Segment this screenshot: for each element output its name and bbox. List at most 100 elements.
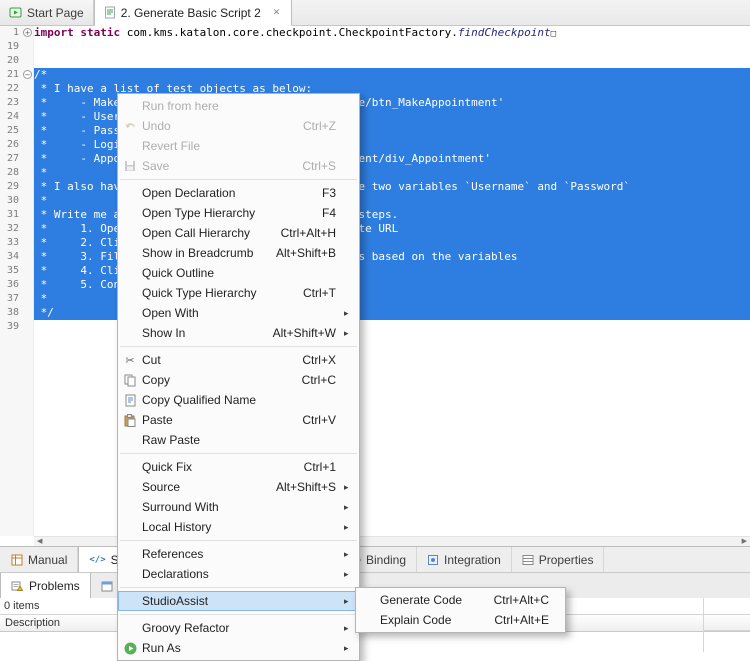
fold-column: [22, 96, 34, 110]
script-file-icon: [104, 6, 116, 19]
menu-item-label: Copy: [142, 373, 170, 387]
fold-minus-icon[interactable]: −: [22, 68, 34, 82]
editor-tabbar: Start Page 2. Generate Basic Script 2 ✕: [0, 0, 750, 26]
undo-icon: [118, 120, 142, 132]
menu-item-undo[interactable]: Undo Ctrl+Z: [118, 116, 359, 136]
menu-item-generate-code[interactable]: Generate CodeCtrl+Alt+C: [356, 590, 565, 610]
code-line-21[interactable]: 21−/*: [0, 68, 750, 82]
menu-item-studioassist[interactable]: StudioAssist▸: [118, 591, 359, 611]
code-line-39[interactable]: 39: [0, 320, 750, 334]
menu-item-show-in[interactable]: Show InAlt+Shift+W▸: [118, 323, 359, 343]
menu-item-quick-outline[interactable]: Quick Outline: [118, 263, 359, 283]
code-line-30[interactable]: 30 *: [0, 194, 750, 208]
scroll-left-icon[interactable]: ◀: [34, 537, 45, 546]
view-tab-label: Properties: [539, 553, 594, 567]
menu-item-groovy-refactor[interactable]: Groovy Refactor▸: [118, 618, 359, 638]
code-line-23[interactable]: 23 * - Make Appointment: 'Object Reposit…: [0, 96, 750, 110]
menu-item-label: Local History: [142, 520, 211, 534]
menu-item-label: StudioAssist: [142, 594, 208, 608]
copy-qualified-icon: [118, 394, 142, 407]
menu-item-label: Undo: [142, 119, 171, 133]
menu-item-open-type-hierarchy[interactable]: Open Type HierarchyF4: [118, 203, 359, 223]
menu-item-cut[interactable]: ✂CutCtrl+X: [118, 350, 359, 370]
tab-label: 2. Generate Basic Script 2: [121, 6, 261, 20]
menu-item-source[interactable]: SourceAlt+Shift+S▸: [118, 477, 359, 497]
line-number: 37: [0, 292, 22, 306]
code-line-36[interactable]: 36 * 5. Confirm the appointment: [0, 278, 750, 292]
view-tab-label: Manual: [28, 553, 67, 567]
menu-item-run-from-here[interactable]: Run from here: [118, 96, 359, 116]
line-number: 20: [0, 54, 22, 68]
line-number: 38: [0, 306, 22, 320]
code-line-22[interactable]: 22 * I have a list of test objects as be…: [0, 82, 750, 96]
panel-tab-problems[interactable]: Problems: [0, 573, 91, 598]
manual-icon: [11, 554, 23, 566]
close-icon[interactable]: ✕: [271, 6, 283, 19]
code-line-24[interactable]: 24 * - Username input: 'input_Username': [0, 110, 750, 124]
properties-icon: [522, 554, 534, 566]
code-editor[interactable]: 1+import static com.kms.katalon.core.che…: [0, 26, 750, 536]
code-line-19[interactable]: 19: [0, 40, 750, 54]
code-line-26[interactable]: 26 * - Login button: 'btn_Login': [0, 138, 750, 152]
menu-item-declarations[interactable]: Declarations▸: [118, 564, 359, 584]
menu-item-quick-type-hierarchy[interactable]: Quick Type HierarchyCtrl+T: [118, 283, 359, 303]
menu-item-open-declaration[interactable]: Open DeclarationF3: [118, 183, 359, 203]
menu-item-show-in-breadcrumb[interactable]: Show in BreadcrumbAlt+Shift+B: [118, 243, 359, 263]
menu-separator: [120, 587, 357, 588]
code-line-34[interactable]: 34 * 3. Fill in the username and passwor…: [0, 250, 750, 264]
fold-plus-icon[interactable]: +: [22, 26, 34, 40]
menu-item-paste[interactable]: PasteCtrl+V: [118, 410, 359, 430]
tab-2-generate-basic-script-2[interactable]: 2. Generate Basic Script 2 ✕: [94, 0, 293, 26]
fold-column: [22, 208, 34, 222]
view-tab-properties[interactable]: Properties: [512, 547, 605, 572]
fold-column: [22, 306, 34, 320]
code-line-25[interactable]: 25 * - Password input: 'input_Password': [0, 124, 750, 138]
code-line-1[interactable]: 1+import static com.kms.katalon.core.che…: [0, 26, 750, 40]
menu-item-label: Open Call Hierarchy: [142, 226, 250, 240]
menu-shortcut: Alt+Shift+B: [276, 246, 344, 260]
fold-column: [22, 152, 34, 166]
menu-item-surround-with[interactable]: Surround With▸: [118, 497, 359, 517]
menu-shortcut: Alt+Shift+W: [273, 326, 344, 340]
menu-item-references[interactable]: References▸: [118, 544, 359, 564]
code-line-32[interactable]: 32 * 1. Open the browser and navigate to…: [0, 222, 750, 236]
menu-item-raw-paste[interactable]: Raw Paste: [118, 430, 359, 450]
menu-shortcut: Ctrl+V: [302, 413, 344, 427]
menu-item-revert-file[interactable]: Revert File: [118, 136, 359, 156]
menu-item-run-as[interactable]: Run As▸: [118, 638, 359, 658]
code-line-31[interactable]: 31 * Write me an automation test script …: [0, 208, 750, 222]
code-line-33[interactable]: 33 * 2. Click the Make Appointment butto…: [0, 236, 750, 250]
menu-item-open-call-hierarchy[interactable]: Open Call HierarchyCtrl+Alt+H: [118, 223, 359, 243]
code-line-37[interactable]: 37 *: [0, 292, 750, 306]
paste-icon: [118, 414, 142, 427]
fold-column: [22, 138, 34, 152]
menu-item-explain-code[interactable]: Explain CodeCtrl+Alt+E: [356, 610, 565, 630]
code-text: [34, 40, 750, 54]
editor-lines: 1+import static com.kms.katalon.core.che…: [0, 26, 750, 334]
events-icon: [101, 580, 113, 592]
view-tab-integration[interactable]: Integration: [417, 547, 512, 572]
tab-start-page[interactable]: Start Page: [0, 0, 94, 25]
code-line-20[interactable]: 20: [0, 54, 750, 68]
code-line-27[interactable]: 27 * - Appointment: 'Object Repository/A…: [0, 152, 750, 166]
line-number: 19: [0, 40, 22, 54]
menu-item-quick-fix[interactable]: Quick FixCtrl+1: [118, 457, 359, 477]
view-tab-manual[interactable]: Manual: [1, 547, 78, 572]
menu-item-label: Explain Code: [380, 613, 451, 627]
menu-item-label: Revert File: [142, 139, 200, 153]
code-line-28[interactable]: 28 *: [0, 166, 750, 180]
code-text: import static com.kms.katalon.core.check…: [34, 26, 750, 40]
line-number: 39: [0, 320, 22, 334]
scroll-right-icon[interactable]: ▶: [739, 537, 750, 546]
menu-item-open-with[interactable]: Open With▸: [118, 303, 359, 323]
menu-item-copy[interactable]: CopyCtrl+C: [118, 370, 359, 390]
code-line-35[interactable]: 35 * 4. Click the Login button: [0, 264, 750, 278]
menu-item-copy-qualified-name[interactable]: Copy Qualified Name: [118, 390, 359, 410]
menu-shortcut: Ctrl+Z: [303, 119, 344, 133]
view-tab-label: Binding: [366, 553, 406, 567]
menu-item-save[interactable]: SaveCtrl+S: [118, 156, 359, 176]
code-line-29[interactable]: 29 * I also have a Groovy test case that…: [0, 180, 750, 194]
fold-column: [22, 292, 34, 306]
menu-item-local-history[interactable]: Local History▸: [118, 517, 359, 537]
code-line-38[interactable]: 38 */: [0, 306, 750, 320]
